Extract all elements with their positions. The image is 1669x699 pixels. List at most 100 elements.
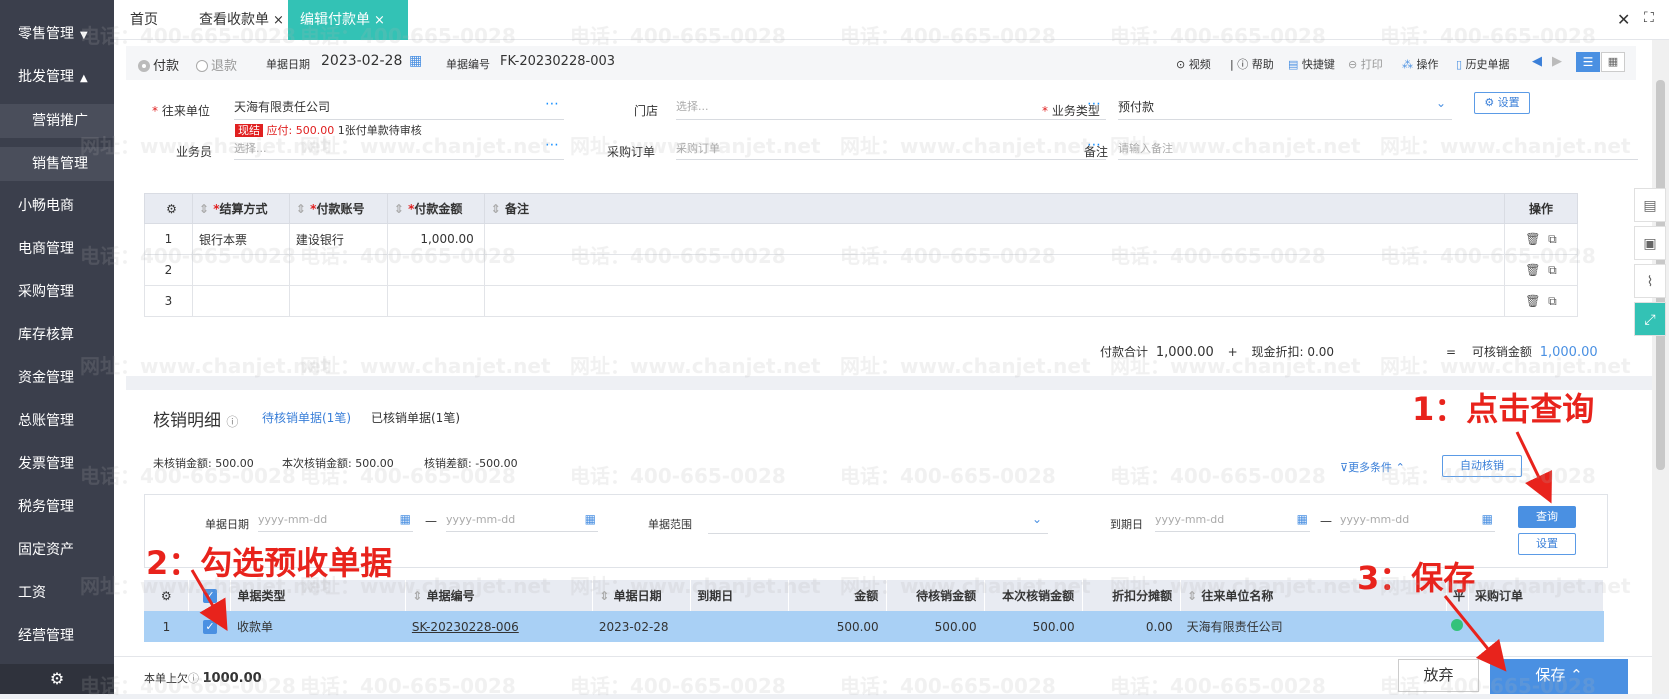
- po-field[interactable]: 采购订单 ⋯: [676, 137, 1106, 160]
- close-icon[interactable]: ×: [374, 13, 385, 28]
- prev-icon[interactable]: ◀: [1532, 54, 1542, 69]
- gear-icon[interactable]: ⚙: [166, 202, 177, 216]
- operation-button[interactable]: ⁂ 操作: [1402, 56, 1439, 72]
- delete-icon[interactable]: 🗑: [1525, 232, 1540, 246]
- biztype-select[interactable]: 预付款 ⌄: [1118, 96, 1452, 120]
- help-button[interactable]: | ⓘ 帮助: [1230, 56, 1274, 72]
- cell-method[interactable]: [191, 254, 290, 286]
- cell-method[interactable]: 银行本票: [191, 223, 290, 255]
- card-view-icon[interactable]: ▦: [1601, 52, 1625, 72]
- sidebar-item-ecommerce[interactable]: 电商管理: [0, 232, 114, 266]
- column-settings[interactable]: ⚙: [144, 580, 190, 611]
- video-button[interactable]: ⊙ 视频: [1176, 56, 1211, 72]
- filter-date-end[interactable]: yyyy-mm-dd ▦: [446, 512, 598, 532]
- salesman-field[interactable]: 选择... ⋯: [234, 137, 564, 160]
- expand-icon[interactable]: ⛶: [1644, 10, 1654, 26]
- delete-icon[interactable]: 🗑: [1525, 263, 1540, 277]
- discard-button[interactable]: 放弃: [1398, 659, 1479, 692]
- table-row[interactable]: 2 🗑 ⧉: [144, 254, 1579, 286]
- question-icon[interactable]: ⓘ: [188, 672, 199, 685]
- sidebar-item-purchase[interactable]: 采购管理: [0, 275, 114, 309]
- copy-icon[interactable]: ⧉: [1548, 294, 1557, 308]
- calendar-icon[interactable]: ▦: [400, 512, 411, 526]
- date-field[interactable]: 2023-02-28: [321, 53, 402, 69]
- sidebar-item-sales[interactable]: 销售管理: [0, 147, 114, 181]
- cell-remark[interactable]: [483, 254, 1505, 286]
- cell-code-link[interactable]: SK-20230228-006: [405, 611, 593, 642]
- question-icon[interactable]: ⓘ: [226, 415, 238, 429]
- table-row[interactable]: 3 🗑 ⧉: [144, 285, 1579, 317]
- calendar-icon[interactable]: ▦: [1482, 512, 1493, 526]
- more-icon[interactable]: ⋯: [545, 137, 560, 153]
- filter-settings-button[interactable]: 设置: [1518, 533, 1576, 555]
- copy-icon[interactable]: ⧉: [1548, 232, 1557, 246]
- sidebar-item-payroll[interactable]: 工资: [0, 576, 114, 610]
- close-window-icon[interactable]: ✕: [1617, 10, 1630, 29]
- checkbox-checked-icon[interactable]: ✓: [202, 589, 217, 603]
- gear-icon[interactable]: ⚙: [0, 664, 114, 694]
- sidebar-item-inventory[interactable]: 库存核算: [0, 318, 114, 352]
- sidebar-item-ledger[interactable]: 总账管理: [0, 404, 114, 438]
- column-header[interactable]: ⇕ 单据日期: [592, 580, 692, 611]
- settings-button[interactable]: ⚙ 设置: [1474, 92, 1530, 114]
- column-header[interactable]: 单据类型: [230, 580, 407, 611]
- sidebar-item-fixed-assets[interactable]: 固定资产: [0, 533, 114, 567]
- print-button[interactable]: ⊖ 打印: [1348, 56, 1383, 72]
- sidebar-item-invoice[interactable]: 发票管理: [0, 447, 114, 481]
- tab-edit-payment[interactable]: 编辑付款单 ×: [288, 0, 408, 40]
- copy-icon[interactable]: ⧉: [1548, 263, 1557, 277]
- column-header[interactable]: 待核销金额: [886, 580, 986, 611]
- filter-range-select[interactable]: ⌄: [708, 512, 1048, 534]
- partner-field[interactable]: 天海有限责任公司 ⋯: [234, 96, 564, 120]
- column-header[interactable]: ⇕ *付款账号: [288, 193, 388, 224]
- close-icon[interactable]: ×: [273, 13, 284, 28]
- cell-account[interactable]: [288, 254, 388, 286]
- cell-amount[interactable]: 1,000.00: [386, 223, 485, 255]
- pending-note[interactable]: 1张付单款待审核: [338, 124, 422, 137]
- next-icon[interactable]: ▶: [1552, 54, 1562, 69]
- column-header[interactable]: 折扣分摊额: [1082, 580, 1182, 611]
- radio-refund[interactable]: 退款: [196, 55, 237, 74]
- calendar-icon[interactable]: ▦: [585, 512, 596, 526]
- cell-remark[interactable]: [483, 285, 1505, 317]
- tab-pending-writeoff[interactable]: 待核销单据(1笔): [262, 409, 351, 426]
- scrollbar[interactable]: [1652, 40, 1669, 694]
- column-header[interactable]: ⇕ 单据编号: [405, 580, 594, 611]
- checkbox-checked-icon[interactable]: ✓: [202, 620, 217, 634]
- tab-done-writeoff[interactable]: 已核销单据(1笔): [371, 409, 460, 426]
- cell-account[interactable]: 建设银行: [288, 223, 388, 255]
- inbox-icon[interactable]: ▣: [1634, 226, 1666, 260]
- more-conditions-button[interactable]: ⊽更多条件 ⌃: [1340, 459, 1405, 475]
- auto-writeoff-button[interactable]: 自动核销: [1442, 455, 1522, 477]
- row-checkbox[interactable]: ✓: [188, 611, 231, 642]
- column-header[interactable]: ⇕ 备注: [483, 193, 1505, 224]
- sidebar-item-tax[interactable]: 税务管理: [0, 490, 114, 524]
- filter-date-start[interactable]: yyyy-mm-dd ▦: [258, 512, 413, 532]
- filter-due-start[interactable]: yyyy-mm-dd ▦: [1155, 512, 1310, 532]
- column-header[interactable]: 采购订单: [1468, 580, 1605, 611]
- column-header[interactable]: 金额: [788, 580, 888, 611]
- sidebar-item-xiaochang-ecommerce[interactable]: 小畅电商: [0, 189, 114, 223]
- column-header[interactable]: ⇕ *结算方式: [191, 193, 290, 224]
- cell-account[interactable]: [288, 285, 388, 317]
- sidebar-item-operations[interactable]: 经营管理: [0, 619, 114, 653]
- more-icon[interactable]: ⋯: [545, 96, 560, 112]
- sidebar-item-marketing[interactable]: 营销推广: [0, 104, 114, 138]
- sidebar-item-wholesale[interactable]: 批发管理 ▲: [0, 60, 114, 94]
- filter-due-end[interactable]: yyyy-mm-dd ▦: [1340, 512, 1495, 532]
- column-header[interactable]: 本次核销金额: [984, 580, 1084, 611]
- table-row[interactable]: 1 银行本票 建设银行 1,000.00 🗑 ⧉: [144, 223, 1579, 255]
- delete-icon[interactable]: 🗑: [1525, 294, 1540, 308]
- column-header[interactable]: ⇕ *付款金额: [386, 193, 485, 224]
- column-header[interactable]: 到期日: [690, 580, 790, 611]
- sidebar-item-funds[interactable]: 资金管理: [0, 361, 114, 395]
- save-button[interactable]: 保存 ⌃: [1490, 659, 1628, 694]
- sidebar-item-retail[interactable]: 零售管理 ▼: [0, 17, 114, 51]
- list-view-icon[interactable]: ☰: [1576, 52, 1600, 72]
- tab-home[interactable]: 首页: [130, 0, 158, 40]
- calendar-icon[interactable]: ▦: [1297, 512, 1308, 526]
- cell-amount[interactable]: [386, 285, 485, 317]
- table-row[interactable]: 1 ✓ 收款单 SK-20230228-006 2023-02-28 500.0…: [144, 611, 1604, 642]
- gear-icon[interactable]: ⚙: [161, 589, 172, 603]
- cell-amount[interactable]: [386, 254, 485, 286]
